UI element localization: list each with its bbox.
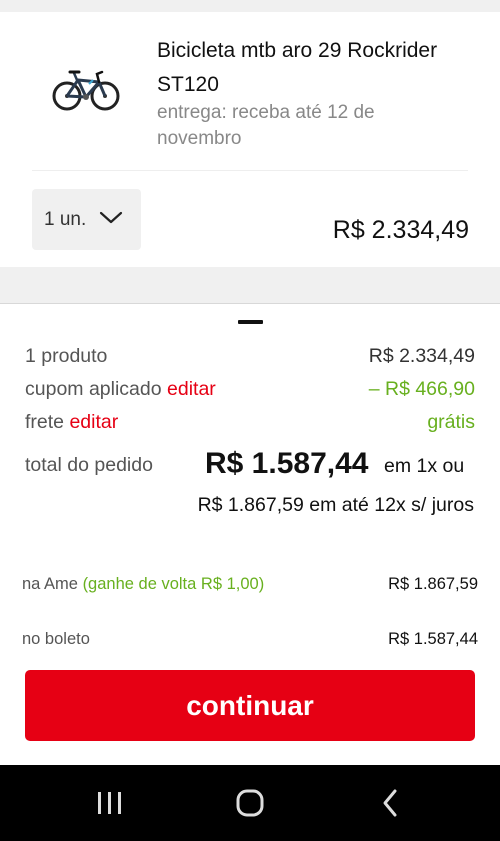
top-strip (0, 0, 500, 12)
payment-option-boleto: no boleto R$ 1.587,44 (22, 630, 478, 652)
home-button[interactable] (225, 785, 275, 821)
payment-option-ame: na Ame (ganhe de volta R$ 1,00) R$ 1.867… (22, 575, 478, 597)
summary-coupon-row: cupom aplicado editar – R$ 466,90 (25, 378, 475, 406)
item-price: R$ 2.334,49 (332, 216, 469, 244)
boleto-label: no boleto (22, 630, 90, 648)
summary-products-row: 1 produto R$ 2.334,49 (25, 345, 475, 373)
quantity-select[interactable]: 1 un. (32, 189, 141, 250)
ame-label-group: na Ame (ganhe de volta R$ 1,00) (22, 575, 264, 594)
cart-item-card: Bicicleta mtb aro 29 Rockrider ST120 ent… (0, 12, 500, 267)
order-total-suffix: em 1x ou (384, 455, 465, 477)
shipping-label-group: frete editar (25, 411, 118, 434)
edit-coupon-link[interactable]: editar (167, 378, 216, 400)
products-count-label: 1 produto (25, 345, 108, 367)
product-image[interactable] (44, 62, 126, 126)
quantity-value: 1 un. (44, 208, 87, 230)
product-name[interactable]: Bicicleta mtb aro 29 Rockrider ST120 (157, 34, 477, 102)
ame-label: na Ame (22, 575, 78, 593)
ame-cashback: (ganhe de volta R$ 1,00) (82, 575, 265, 593)
recent-apps-button[interactable] (85, 785, 135, 821)
divider (32, 170, 468, 171)
mountain-bike-image (52, 70, 120, 111)
shipping-label: frete (25, 411, 65, 433)
continue-button[interactable]: continuar (25, 670, 475, 741)
summary-shipping-row: frete editar grátis (25, 411, 475, 439)
order-total-amount: R$ 1.587,44 (205, 447, 369, 480)
coupon-label-group: cupom aplicado editar (25, 378, 216, 401)
recent-apps-icon (98, 792, 121, 814)
home-icon (236, 789, 264, 817)
products-subtotal: R$ 2.334,49 (368, 345, 475, 367)
drag-handle[interactable] (238, 320, 263, 324)
coupon-discount: – R$ 466,90 (368, 378, 475, 400)
delivery-estimate: entrega: receba até 12 de novembro (157, 102, 375, 149)
edit-shipping-link[interactable]: editar (69, 411, 118, 433)
order-total-label: total do pedido (25, 454, 153, 476)
back-button[interactable] (365, 785, 415, 821)
system-nav-bar (0, 765, 500, 841)
installments-info: R$ 1.867,59 em até 12x s/ juros (197, 494, 474, 516)
coupon-label: cupom aplicado (25, 378, 162, 400)
back-icon (383, 789, 397, 817)
section-separator (0, 267, 500, 304)
ame-price: R$ 1.867,59 (388, 575, 478, 593)
boleto-price: R$ 1.587,44 (388, 630, 478, 648)
shipping-value: grátis (427, 411, 475, 433)
chevron-down-icon (99, 211, 123, 224)
